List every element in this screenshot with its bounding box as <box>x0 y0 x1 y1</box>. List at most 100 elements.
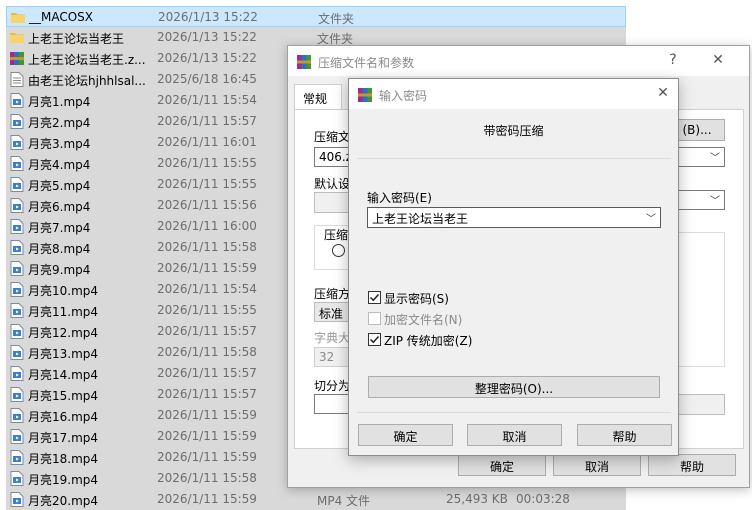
file-date: 2026/1/11 16:00 <box>157 219 257 233</box>
file-duration: 00:03:28 <box>516 492 570 506</box>
file-row[interactable]: __MACOSX 2026/1/13 15:22 文件夹 <box>6 6 626 27</box>
password-dialog-title: 输入密码 <box>379 89 428 103</box>
file-date: 2026/1/11 15:58 <box>157 345 257 359</box>
file-date: 2026/1/11 15:55 <box>157 303 257 317</box>
archive-dialog-titlebar[interactable]: 压缩文件名和参数 ? ✕ <box>288 46 749 76</box>
file-name: 月亮4.mp4 <box>28 158 91 172</box>
video-file-icon <box>10 429 24 444</box>
chevron-down-icon: ﹀ <box>646 214 656 225</box>
file-name: 月亮10.mp4 <box>28 284 99 298</box>
video-file-icon <box>10 261 24 276</box>
winrar-icon <box>358 88 372 102</box>
file-name: 月亮6.mp4 <box>28 200 91 214</box>
video-file-icon <box>10 282 24 297</box>
video-file-icon <box>10 114 24 129</box>
file-name: 月亮8.mp4 <box>28 242 91 256</box>
file-name: 月亮20.mp4 <box>28 494 99 508</box>
file-name: 月亮9.mp4 <box>28 263 91 277</box>
file-name: 上老王论坛当老王.z... <box>28 53 146 67</box>
file-type: MP4 文件 <box>317 494 371 508</box>
separator <box>357 158 671 159</box>
text-file-icon <box>10 72 24 87</box>
file-date: 2026/1/11 15:57 <box>157 366 257 380</box>
archive-name-label: 压缩文 <box>314 130 351 144</box>
file-date: 2026/1/13 15:22 <box>157 30 257 44</box>
file-name: 月亮1.mp4 <box>28 95 91 109</box>
help-button[interactable]: 帮助 <box>648 454 736 476</box>
tab-general[interactable]: 常规 <box>294 84 342 110</box>
file-date: 2026/1/11 15:59 <box>157 429 257 443</box>
video-file-icon <box>10 408 24 423</box>
encrypt-file-names-label: 加密文件名(N) <box>384 313 463 327</box>
password-cancel-button[interactable]: 取消 <box>467 424 562 446</box>
video-file-icon <box>10 177 24 192</box>
file-date: 2026/1/11 16:01 <box>157 135 257 149</box>
video-file-icon <box>10 156 24 171</box>
file-name: 月亮13.mp4 <box>28 347 99 361</box>
video-file-icon <box>10 450 24 465</box>
file-name: 月亮11.mp4 <box>28 305 99 319</box>
file-name: 月亮19.mp4 <box>28 473 99 487</box>
file-date: 2026/1/11 15:54 <box>157 93 257 107</box>
file-name: 上老王论坛当老王 <box>28 32 125 46</box>
winrar-archive-icon <box>10 51 24 66</box>
password-ok-button[interactable]: 确定 <box>358 424 453 446</box>
help-icon[interactable]: ? <box>663 52 683 70</box>
file-date: 2026/1/11 15:57 <box>157 114 257 128</box>
chevron-down-icon: ﹀ <box>710 196 720 207</box>
encrypt-file-names-checkbox[interactable] <box>368 312 381 325</box>
video-file-icon <box>10 240 24 255</box>
video-file-icon <box>10 492 24 507</box>
file-date: 2026/1/11 15:54 <box>157 282 257 296</box>
file-date: 2026/1/11 15:59 <box>157 261 257 275</box>
password-value: 上老王论坛当老王 <box>372 212 469 226</box>
file-date: 2026/1/11 15:59 <box>157 492 257 506</box>
file-size: 25,493 KB <box>446 492 508 506</box>
archive-dialog-title: 压缩文件名和参数 <box>318 56 415 70</box>
separator <box>357 412 671 413</box>
file-name: 月亮7.mp4 <box>28 221 91 235</box>
ok-button[interactable]: 确定 <box>458 454 546 476</box>
file-date: 2026/1/11 15:58 <box>157 240 257 254</box>
password-input[interactable]: 上老王论坛当老王 ﹀ <box>367 207 661 228</box>
organize-passwords-button[interactable]: 整理密码(O)... <box>368 376 660 398</box>
video-file-icon <box>10 219 24 234</box>
close-icon[interactable]: ✕ <box>708 52 728 70</box>
video-file-icon <box>10 324 24 339</box>
enter-password-label: 输入密码(E) <box>367 191 432 205</box>
split-volume-label: 切分为 <box>314 379 351 393</box>
close-icon[interactable]: ✕ <box>653 85 673 103</box>
file-name: 月亮5.mp4 <box>28 179 91 193</box>
video-file-icon <box>10 387 24 402</box>
file-row[interactable]: 月亮20.mp4 2026/1/11 15:59 MP4 文件 25,493 KB 00… <box>6 489 626 510</box>
password-dialog-titlebar[interactable]: 输入密码 ✕ <box>349 79 678 109</box>
file-name: 月亮16.mp4 <box>28 410 99 424</box>
file-date: 2026/1/11 15:57 <box>157 387 257 401</box>
file-date: 2026/1/11 15:58 <box>157 471 257 485</box>
video-file-icon <box>10 135 24 150</box>
zip-legacy-encryption-checkbox[interactable] <box>368 333 381 346</box>
zip-legacy-encryption-label: ZIP 传统加密(Z) <box>384 334 473 348</box>
file-name: 由老王论坛hjhhlsal... <box>28 74 146 88</box>
file-name: 月亮2.mp4 <box>28 116 91 130</box>
file-name: 月亮18.mp4 <box>28 452 99 466</box>
show-password-checkbox[interactable] <box>368 291 381 304</box>
format-radio[interactable] <box>332 244 345 257</box>
file-name: __MACOSX <box>29 10 94 24</box>
file-name: 月亮12.mp4 <box>28 326 99 340</box>
file-name: 月亮14.mp4 <box>28 368 99 382</box>
file-date: 2026/1/11 15:57 <box>157 324 257 338</box>
folder-icon <box>10 30 24 45</box>
file-date: 2026/1/13 15:22 <box>157 51 257 65</box>
file-name: 月亮15.mp4 <box>28 389 99 403</box>
file-date: 2026/1/13 15:22 <box>158 10 258 24</box>
file-date: 2026/1/11 15:55 <box>157 156 257 170</box>
video-file-icon <box>10 366 24 381</box>
cancel-button[interactable]: 取消 <box>553 454 641 476</box>
password-help-button[interactable]: 帮助 <box>577 424 672 446</box>
file-date: 2026/1/11 15:59 <box>157 408 257 422</box>
file-date: 2026/1/11 15:59 <box>157 450 257 464</box>
folder-icon <box>11 10 25 25</box>
file-name: 月亮3.mp4 <box>28 137 91 151</box>
file-date: 2025/6/18 16:45 <box>157 72 257 86</box>
